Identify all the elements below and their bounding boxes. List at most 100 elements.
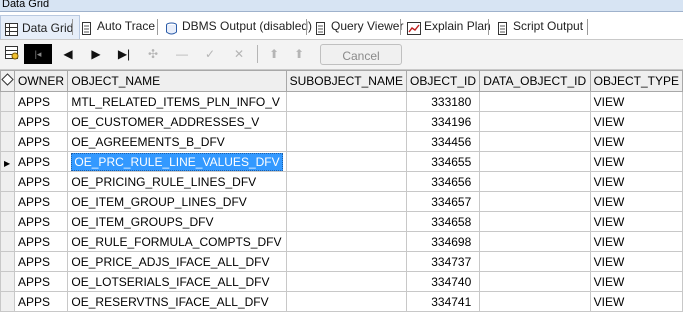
cancel-edit-button[interactable]: ✕ [227,44,251,64]
table-cell[interactable]: OE_ITEM_GROUPS_DFV [67,211,287,232]
post-edit-button[interactable]: ✓ [198,44,222,64]
row-indicator[interactable] [0,291,15,312]
tab-auto-trace[interactable]: Auto Trace [76,15,161,37]
table-cell[interactable]: OE_RULE_FORMULA_COMPTS_DFV [67,231,287,252]
table-cell[interactable]: 334740 [405,271,481,292]
table-cell[interactable]: APPS [13,211,69,232]
table-cell[interactable]: 334196 [405,111,481,132]
table-cell[interactable]: VIEW [589,211,683,232]
table-cell[interactable]: VIEW [589,251,683,272]
table-cell[interactable] [285,211,407,232]
table-cell[interactable] [285,171,407,192]
column-header[interactable]: OWNER [13,70,69,92]
tab-data-grid[interactable]: Data Grid [0,15,81,39]
table-cell[interactable]: OE_PRICE_ADJS_IFACE_ALL_DFV [67,251,287,272]
row-indicator[interactable] [0,231,15,252]
table-cell[interactable] [479,131,591,152]
table-cell[interactable]: VIEW [589,271,683,292]
table-cell[interactable]: APPS [13,251,69,272]
insert-record-button[interactable]: ✣ [141,44,165,64]
table-cell[interactable]: OE_AGREEMENTS_B_DFV [67,131,287,152]
table-cell[interactable] [285,131,407,152]
first-record-button[interactable]: |◂ [24,44,52,64]
table-row[interactable]: APPS OE_AGREEMENTS_B_DFV 334456 VIEW [0,131,683,152]
table-cell[interactable] [285,251,407,272]
row-indicator[interactable] [0,91,15,112]
row-indicator[interactable] [0,251,15,272]
table-cell[interactable]: VIEW [589,111,683,132]
table-row[interactable]: APPS OE_PRICE_ADJS_IFACE_ALL_DFV 334737 VIE… [0,251,683,272]
row-indicator[interactable]: ▶ [0,151,15,172]
table-cell[interactable] [285,191,407,212]
table-cell[interactable]: APPS [13,111,69,132]
table-cell[interactable] [479,291,591,312]
table-cell[interactable] [479,91,591,112]
table-row[interactable]: APPS OE_RESERVTNS_IFACE_ALL_DFV 334741 VIEW [0,291,683,312]
commit-button[interactable]: ⬆ [262,44,286,64]
table-cell[interactable] [285,91,407,112]
table-cell[interactable]: OE_PRICING_RULE_LINES_DFV [67,171,287,192]
table-row[interactable]: APPS OE_LOTSERIALS_IFACE_ALL_DFV 334740 VIE… [0,271,683,292]
table-cell[interactable]: APPS [13,171,69,192]
tab-dbms-output[interactable]: DBMS Output (disabled) [161,15,318,37]
table-cell[interactable] [285,291,407,312]
table-cell[interactable]: OE_PRC_RULE_LINE_VALUES_DFV [67,151,287,172]
tab-explain-plan[interactable]: Explain Plan [403,15,497,37]
tab-query-viewer[interactable]: Query Viewer [310,15,409,37]
table-cell[interactable]: MTL_RELATED_ITEMS_PLN_INFO_V [67,91,287,112]
table-cell[interactable] [479,111,591,132]
table-cell[interactable]: APPS [13,131,69,152]
table-cell[interactable]: APPS [13,91,69,112]
table-cell[interactable]: VIEW [589,231,683,252]
table-cell[interactable]: OE_CUSTOMER_ADDRESSES_V [67,111,287,132]
table-cell[interactable] [479,191,591,212]
table-cell[interactable]: 334741 [405,291,481,312]
table-cell[interactable]: VIEW [589,171,683,192]
table-cell[interactable] [479,251,591,272]
table-cell[interactable]: APPS [13,291,69,312]
table-cell[interactable] [479,231,591,252]
table-cell[interactable]: 334737 [405,251,481,272]
table-cell[interactable]: 334658 [405,211,481,232]
table-row[interactable]: APPS OE_CUSTOMER_ADDRESSES_V 334196 VIEW [0,111,683,132]
cancel-button[interactable]: Cancel [320,44,402,65]
last-record-button[interactable]: ▶| [112,44,136,64]
column-header[interactable]: OBJECT_NAME [67,70,287,92]
row-indicator[interactable] [0,211,15,232]
table-cell[interactable]: APPS [13,151,69,172]
table-cell[interactable]: VIEW [589,191,683,212]
row-indicator[interactable] [0,271,15,292]
table-cell[interactable] [479,211,591,232]
table-cell[interactable]: APPS [13,271,69,292]
table-cell[interactable]: OE_RESERVTNS_IFACE_ALL_DFV [67,291,287,312]
table-cell[interactable] [479,151,591,172]
tab-script-output[interactable]: Script Output [492,15,589,37]
column-header[interactable]: SUBOBJECT_NAME [285,70,407,92]
table-cell[interactable]: APPS [13,231,69,252]
table-row[interactable]: APPS MTL_RELATED_ITEMS_PLN_INFO_V 333180 VI… [0,91,683,112]
column-header[interactable]: OBJECT_ID [405,70,481,92]
table-cell[interactable]: OE_LOTSERIALS_IFACE_ALL_DFV [67,271,287,292]
table-cell[interactable]: VIEW [589,131,683,152]
table-cell[interactable] [285,111,407,132]
rollback-button[interactable]: ⬆ [287,44,311,64]
table-cell[interactable]: 334657 [405,191,481,212]
table-cell[interactable]: APPS [13,191,69,212]
row-indicator[interactable] [0,111,15,132]
table-cell[interactable]: VIEW [589,91,683,112]
table-cell[interactable]: VIEW [589,151,683,172]
table-cell[interactable]: 334698 [405,231,481,252]
table-row[interactable]: APPS OE_RULE_FORMULA_COMPTS_DFV 334698 VIEW [0,231,683,252]
delete-record-button[interactable]: — [170,44,194,64]
previous-record-button[interactable]: ◀ [56,44,80,64]
row-indicator[interactable] [0,171,15,192]
next-record-button[interactable]: ▶ [84,44,108,64]
row-indicator[interactable] [0,131,15,152]
table-cell[interactable] [479,271,591,292]
row-indicator-header[interactable] [0,70,15,92]
table-row[interactable]: ▶ APPS OE_PRC_RULE_LINE_VALUES_DFV 334655 VI… [0,151,683,172]
table-cell[interactable]: 333180 [405,91,481,112]
column-header[interactable]: OBJECT_TYPE [589,70,683,92]
table-cell[interactable] [285,271,407,292]
column-header[interactable]: DATA_OBJECT_ID [479,70,591,92]
